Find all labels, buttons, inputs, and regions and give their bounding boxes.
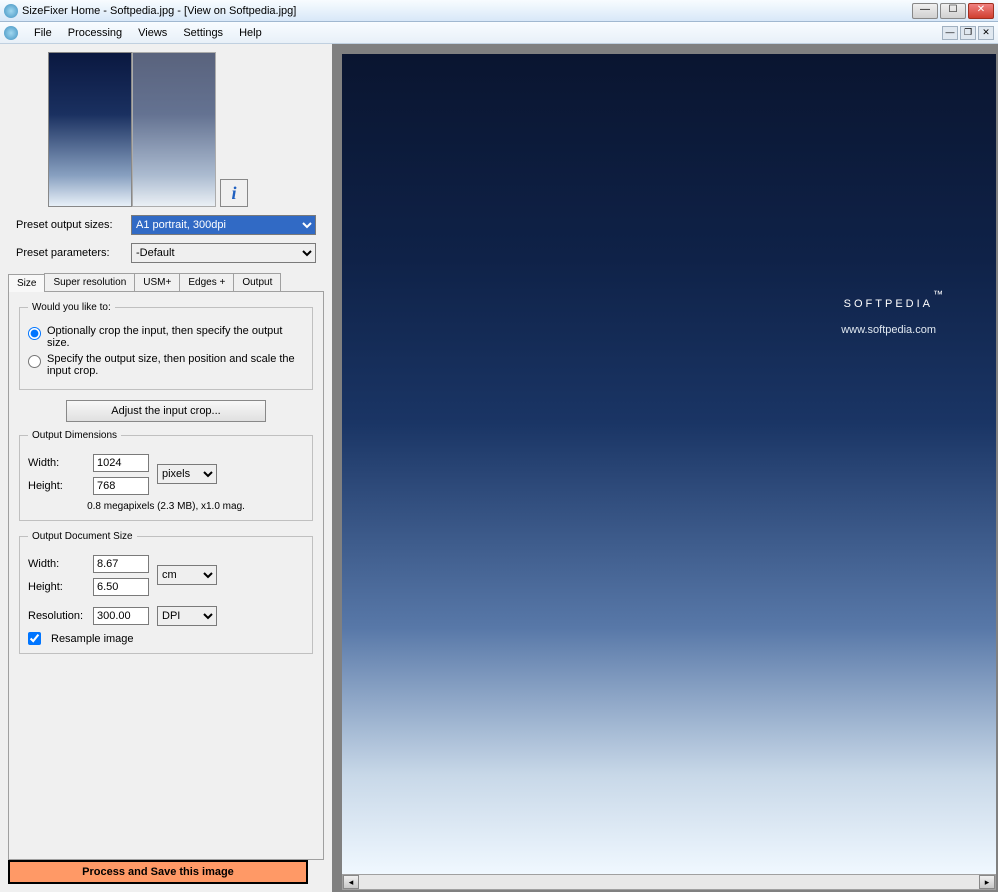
minimize-button[interactable]: — xyxy=(912,3,938,19)
menu-file[interactable]: File xyxy=(26,25,60,41)
preset-output-row: Preset output sizes: A1 portrait, 300dpi xyxy=(8,215,324,235)
tab-content: Would you like to: Optionally crop the i… xyxy=(8,291,324,860)
document-size-group: Output Document Size Width: cm Height: R… xyxy=(19,531,313,654)
document-size-legend: Output Document Size xyxy=(28,531,137,542)
horizontal-scrollbar[interactable]: ◂ ▸ xyxy=(342,874,996,890)
size-first-label: Specify the output size, then position a… xyxy=(47,353,304,377)
dim-height-label: Height: xyxy=(28,480,93,492)
doc-resolution-unit-select[interactable]: DPI xyxy=(157,606,217,626)
dim-height-input[interactable] xyxy=(93,477,149,495)
tab-output[interactable]: Output xyxy=(233,273,281,291)
softpedia-url-text: www.softpedia.com xyxy=(841,324,936,336)
tab-edges[interactable]: Edges + xyxy=(179,273,234,291)
tab-size[interactable]: Size xyxy=(8,274,45,292)
output-dimensions-legend: Output Dimensions xyxy=(28,430,121,441)
resample-label: Resample image xyxy=(51,633,134,645)
softpedia-logo-text: SOFTPEDIA™ xyxy=(844,284,946,314)
thumbnail-preview[interactable] xyxy=(132,52,216,207)
close-button[interactable]: ✕ xyxy=(968,3,994,19)
menu-processing[interactable]: Processing xyxy=(60,25,130,41)
tabs: Size Super resolution USM+ Edges + Outpu… xyxy=(8,273,324,291)
dim-info-text: 0.8 megapixels (2.3 MB), x1.0 mag. xyxy=(28,501,304,512)
doc-resolution-input[interactable] xyxy=(93,607,149,625)
menu-settings[interactable]: Settings xyxy=(175,25,231,41)
info-button[interactable]: i xyxy=(220,179,248,207)
doc-height-label: Height: xyxy=(28,581,93,593)
would-you-like-group: Would you like to: Optionally crop the i… xyxy=(19,302,313,390)
mdi-close-button[interactable]: ✕ xyxy=(978,26,994,40)
resample-checkbox[interactable] xyxy=(28,632,41,645)
preset-output-select[interactable]: A1 portrait, 300dpi xyxy=(131,215,316,235)
maximize-button[interactable]: ☐ xyxy=(940,3,966,19)
adjust-crop-button[interactable]: Adjust the input crop... xyxy=(66,400,266,422)
preset-params-row: Preset parameters: -Default xyxy=(8,243,324,263)
tab-usm[interactable]: USM+ xyxy=(134,273,180,291)
scroll-track[interactable] xyxy=(359,875,979,889)
process-save-button[interactable]: Process and Save this image xyxy=(8,860,308,884)
tab-super-resolution[interactable]: Super resolution xyxy=(44,273,135,291)
dim-width-label: Width: xyxy=(28,457,93,469)
menubar: File Processing Views Settings Help — ❐ … xyxy=(0,22,998,44)
preset-params-label: Preset parameters: xyxy=(16,247,131,259)
preview-image[interactable]: SOFTPEDIA™ www.softpedia.com xyxy=(342,54,996,874)
resample-row: Resample image xyxy=(28,632,304,645)
doc-icon xyxy=(4,26,18,40)
thumbnail-row: i xyxy=(48,52,324,207)
doc-resolution-row: Resolution: DPI xyxy=(28,606,304,626)
scroll-right-button[interactable]: ▸ xyxy=(979,875,995,889)
output-dimensions-group: Output Dimensions Width: pixels Height: … xyxy=(19,430,313,521)
size-first-radio[interactable] xyxy=(28,355,41,368)
doc-width-row: Width: cm xyxy=(28,554,304,574)
main-area: i Preset output sizes: A1 portrait, 300d… xyxy=(0,44,998,892)
mdi-controls: — ❐ ✕ xyxy=(942,26,994,40)
size-first-row: Specify the output size, then position a… xyxy=(28,353,304,377)
doc-height-input[interactable] xyxy=(93,578,149,596)
mdi-restore-button[interactable]: ❐ xyxy=(960,26,976,40)
preset-params-select[interactable]: -Default xyxy=(131,243,316,263)
menu-views[interactable]: Views xyxy=(130,25,175,41)
preset-output-label: Preset output sizes: xyxy=(16,219,131,231)
crop-first-row: Optionally crop the input, then specify … xyxy=(28,325,304,349)
titlebar: SizeFixer Home - Softpedia.jpg - [View o… xyxy=(0,0,998,22)
doc-width-input[interactable] xyxy=(93,555,149,573)
left-panel: i Preset output sizes: A1 portrait, 300d… xyxy=(0,44,332,892)
would-you-like-legend: Would you like to: xyxy=(28,302,115,313)
doc-unit-select[interactable]: cm xyxy=(157,565,217,585)
thumbnail-original[interactable] xyxy=(48,52,132,207)
crop-first-label: Optionally crop the input, then specify … xyxy=(47,325,304,349)
doc-resolution-label: Resolution: xyxy=(28,610,93,622)
preview-pane: SOFTPEDIA™ www.softpedia.com ◂ ▸ xyxy=(332,44,998,892)
window-controls: — ☐ ✕ xyxy=(912,3,994,19)
scroll-left-button[interactable]: ◂ xyxy=(343,875,359,889)
app-icon xyxy=(4,4,18,18)
doc-width-label: Width: xyxy=(28,558,93,570)
window-title: SizeFixer Home - Softpedia.jpg - [View o… xyxy=(22,5,912,17)
mdi-minimize-button[interactable]: — xyxy=(942,26,958,40)
menu-help[interactable]: Help xyxy=(231,25,270,41)
dim-width-row: Width: pixels xyxy=(28,453,304,473)
dim-unit-select[interactable]: pixels xyxy=(157,464,217,484)
crop-first-radio[interactable] xyxy=(28,327,41,340)
dim-width-input[interactable] xyxy=(93,454,149,472)
